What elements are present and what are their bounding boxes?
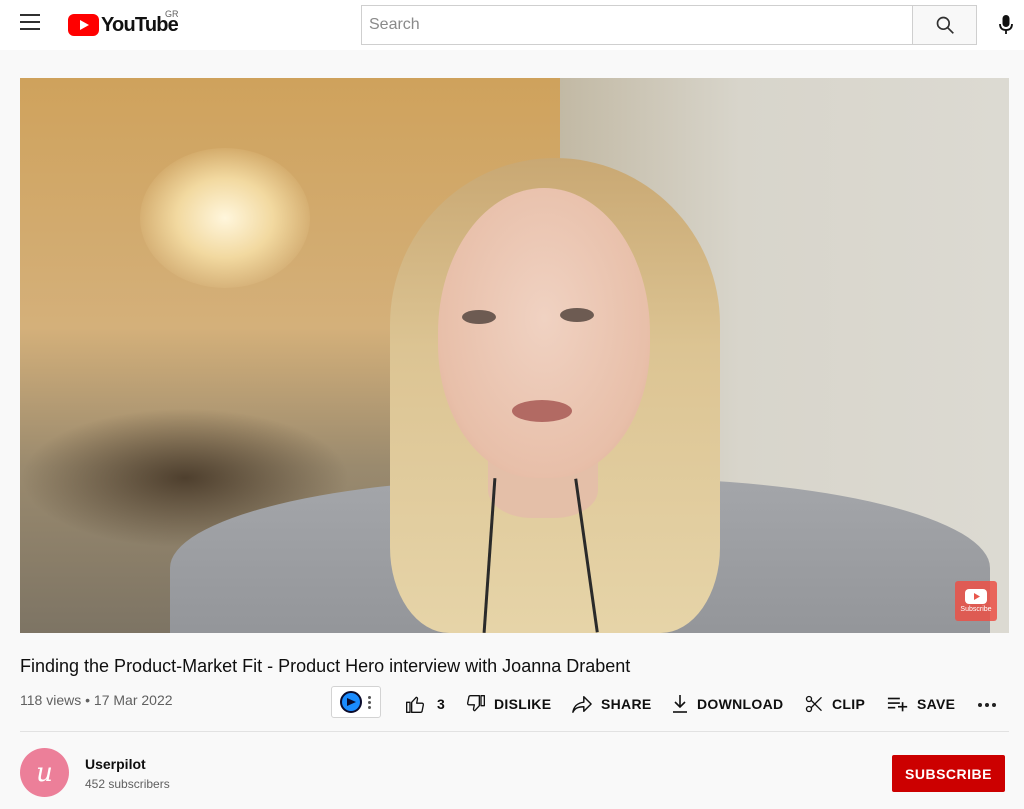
view-count: 118 views	[20, 692, 82, 708]
save-button[interactable]: SAVE	[887, 692, 955, 716]
like-button[interactable]: 3	[405, 692, 445, 716]
dislike-label: DISLIKE	[494, 696, 552, 712]
masthead: YouTube GR	[0, 0, 1024, 50]
search-button[interactable]	[912, 5, 977, 45]
share-label: SHARE	[601, 696, 652, 712]
channel-name[interactable]: Userpilot	[85, 756, 146, 772]
person-mouth	[512, 400, 572, 422]
search-input[interactable]	[362, 6, 913, 44]
menu-icon[interactable]	[20, 14, 44, 34]
clip-button[interactable]: CLIP	[804, 692, 865, 716]
thumb-up-icon	[406, 696, 425, 713]
share-icon	[572, 696, 592, 713]
video-lamp-blur	[140, 148, 310, 288]
save-label: SAVE	[917, 696, 956, 712]
channel-avatar[interactable]: u	[20, 748, 69, 797]
search-box	[361, 5, 913, 45]
download-icon	[673, 695, 687, 713]
person-face	[438, 188, 650, 478]
person-eye-right	[560, 308, 594, 322]
dislike-button[interactable]: DISLIKE	[466, 692, 551, 716]
youtube-play-icon	[965, 589, 987, 604]
extension-icon	[340, 691, 362, 713]
youtube-logo-icon	[68, 14, 99, 36]
more-horiz-icon	[978, 703, 982, 707]
upload-date: 17 Mar 2022	[93, 692, 173, 708]
meta-separator: •	[85, 692, 91, 708]
more-vert-icon	[368, 695, 371, 709]
channel-watermark[interactable]: Subscribe	[955, 581, 997, 621]
video-player[interactable]: Subscribe	[20, 78, 1009, 633]
search-icon	[936, 16, 954, 34]
subscriber-count: 452 subscribers	[85, 777, 170, 791]
download-label: DOWNLOAD	[697, 696, 784, 712]
extension-button[interactable]	[331, 686, 381, 718]
divider	[20, 731, 1009, 732]
share-button[interactable]: SHARE	[571, 692, 652, 716]
scissors-icon	[805, 695, 822, 713]
mic-icon	[999, 15, 1013, 34]
like-count: 3	[437, 696, 446, 712]
youtube-logo[interactable]: YouTube	[68, 12, 179, 38]
thumb-down-icon	[466, 695, 485, 712]
avatar-letter: u	[36, 757, 53, 788]
download-button[interactable]: DOWNLOAD	[671, 692, 783, 716]
person-eye-left	[462, 310, 496, 324]
more-actions-button[interactable]	[978, 703, 996, 707]
clip-label: CLIP	[832, 696, 866, 712]
video-meta: 118 views • 17 Mar 2022	[20, 692, 173, 708]
subscribe-button[interactable]: SUBSCRIBE	[892, 755, 1005, 792]
watermark-label: Subscribe	[960, 606, 992, 613]
country-code: GR	[165, 9, 179, 19]
playlist-add-icon	[887, 697, 908, 712]
voice-search-button[interactable]	[993, 12, 1019, 38]
video-title: Finding the Product-Market Fit - Product…	[20, 656, 631, 676]
